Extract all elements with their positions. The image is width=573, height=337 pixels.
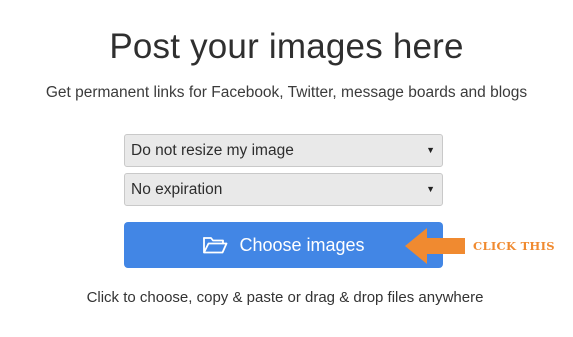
arrow-left-icon [405,228,465,264]
page-subtitle: Get permanent links for Facebook, Twitte… [45,84,528,101]
folder-open-icon [203,237,228,254]
upload-hint: Click to choose, copy & paste or drag & … [86,289,484,306]
expiration-select-value: No expiration [131,181,223,198]
choose-images-label: Choose images [239,234,365,255]
page-title: Post your images here [109,27,464,66]
resize-select-value: Do not resize my image [131,142,294,159]
choose-images-button[interactable]: Choose images [124,222,443,268]
dropdown-arrow-icon: ▼ [426,145,435,155]
expiration-select[interactable]: No expiration ▼ [124,173,443,206]
dropdown-arrow-icon: ▼ [426,184,435,194]
resize-select[interactable]: Do not resize my image ▼ [124,134,443,167]
click-this-callout: CLICK THIS [473,239,555,253]
